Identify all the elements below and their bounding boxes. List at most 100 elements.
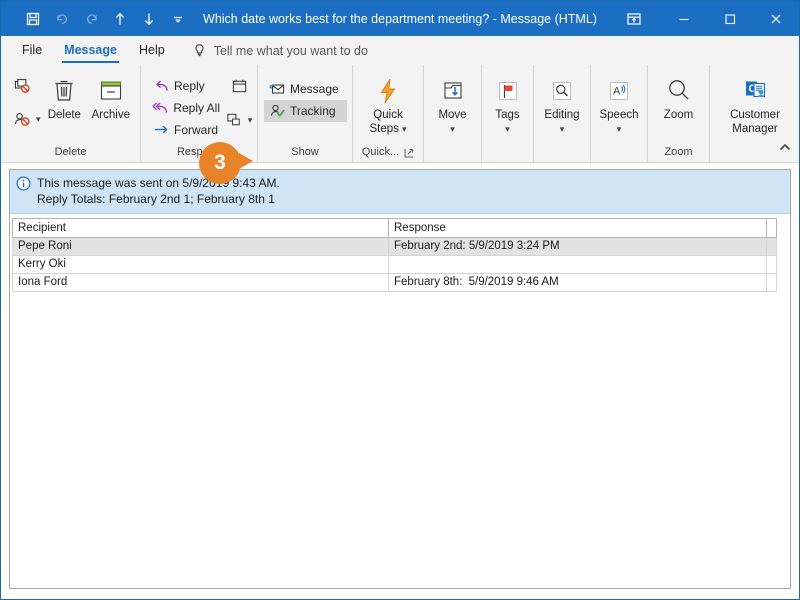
dialog-launcher-icon[interactable] — [404, 148, 414, 158]
tags-button[interactable]: Tags ▾ — [487, 70, 528, 136]
reply-icon — [152, 78, 169, 94]
forward-button-label: Forward — [174, 123, 219, 137]
tell-me-label: Tell me what you want to do — [213, 43, 368, 58]
move-caret-icon[interactable]: ▾ — [450, 123, 455, 136]
speech-caret-icon[interactable]: ▾ — [617, 123, 622, 136]
junk-button[interactable]: ▾ — [10, 108, 42, 130]
quick-steps-label-line1: Quick — [373, 109, 403, 121]
trash-icon — [49, 74, 79, 108]
editing-button[interactable]: Editing ▾ — [539, 70, 585, 136]
outlook-message-window: Which date works best for the department… — [0, 0, 800, 600]
zoom-button[interactable]: Zoom — [653, 70, 704, 122]
move-icon — [438, 74, 468, 108]
ribbon-display-options-icon[interactable] — [607, 1, 661, 36]
tags-icon — [493, 74, 523, 108]
cell-response-label: February 8th: — [394, 276, 463, 288]
tab-message[interactable]: Message — [53, 36, 128, 65]
archive-button-label: Archive — [91, 109, 130, 121]
message-info-text: This message was sent on 5/9/2019 9:43 A… — [37, 175, 280, 207]
message-icon — [268, 81, 285, 97]
arrow-up-icon[interactable] — [106, 5, 134, 33]
editing-caret-icon[interactable]: ▾ — [560, 123, 565, 136]
table-row[interactable]: Kerry Oki — [12, 255, 777, 274]
cell-recipient: Pepe Roni — [12, 237, 389, 256]
archive-button[interactable]: Archive — [87, 70, 135, 122]
lightbulb-icon — [192, 43, 207, 58]
tell-me-search[interactable]: Tell me what you want to do — [192, 43, 368, 58]
message-info-bar[interactable]: This message was sent on 5/9/2019 9:43 A… — [10, 170, 790, 214]
tab-active-underline — [62, 60, 119, 63]
cell-response-time: 5/9/2019 9:46 AM — [468, 276, 559, 288]
tab-help[interactable]: Help — [128, 36, 176, 65]
redo-icon[interactable] — [77, 5, 105, 33]
quick-steps-button[interactable]: Quick Steps ▾ — [358, 70, 418, 136]
reply-all-button[interactable]: Reply All — [148, 97, 224, 119]
speech-button[interactable]: A Speech ▾ — [596, 70, 642, 136]
collapse-ribbon-button[interactable] — [777, 140, 793, 159]
ribbon-group-quick-steps-label-text: Quick... — [361, 146, 400, 158]
table-row[interactable]: Iona Ford February 8th: 5/9/2019 9:46 AM — [12, 273, 777, 292]
ribbon-group-zoom-label: Zoom — [664, 146, 693, 158]
ribbon-group-move-label — [424, 143, 481, 162]
close-icon[interactable] — [753, 1, 799, 36]
info-bar-line1: This message was sent on 5/9/2019 9:43 A… — [37, 176, 280, 190]
ribbon-group-zoom: Zoom Zoom — [647, 65, 709, 162]
zoom-icon — [663, 74, 695, 108]
ribbon-group-show-label: Show — [291, 146, 319, 158]
ribbon-group-respond: Reply Reply All Forward ▾ Respond — [140, 65, 257, 162]
tags-caret-icon[interactable]: ▾ — [505, 123, 510, 136]
column-header-recipient[interactable]: Recipient — [12, 218, 389, 238]
minimize-icon[interactable] — [661, 1, 707, 36]
archive-icon — [96, 74, 126, 108]
ribbon-group-quick-steps: Quick Steps ▾ Quick... — [352, 65, 423, 162]
meeting-button[interactable] — [227, 75, 252, 97]
customer-manager-label-line1: Customer — [730, 109, 780, 121]
quick-steps-caret-icon[interactable]: ▾ — [402, 123, 407, 136]
show-message-button[interactable]: Message — [264, 78, 347, 100]
ignore-icon — [14, 78, 31, 95]
svg-text:A: A — [613, 86, 621, 98]
info-bar-line2: Reply Totals: February 2nd 1; February 8… — [37, 192, 275, 206]
ignore-button[interactable] — [10, 75, 42, 97]
forward-icon — [152, 122, 169, 138]
speech-icon: A — [604, 74, 634, 108]
junk-caret-icon[interactable]: ▾ — [36, 114, 41, 125]
info-icon — [16, 176, 31, 196]
tab-file[interactable]: File — [11, 36, 53, 65]
reply-button[interactable]: Reply — [148, 75, 224, 97]
delete-button[interactable]: Delete — [42, 70, 87, 122]
quick-steps-label-line2-wrap: Steps ▾ — [370, 123, 407, 136]
chevron-down-icon[interactable] — [164, 5, 192, 33]
meeting-icon — [231, 77, 248, 95]
customer-manager-icon: C — [740, 74, 770, 108]
move-button[interactable]: Move ▾ — [429, 70, 476, 136]
undo-icon[interactable] — [48, 5, 76, 33]
show-message-label: Message — [290, 82, 339, 96]
tags-button-label: Tags — [495, 109, 520, 121]
ribbon-group-tags: Tags ▾ — [481, 65, 533, 162]
table-header-row: Recipient Response — [12, 218, 777, 238]
ribbon-group-move: Move ▾ — [423, 65, 481, 162]
arrow-down-icon[interactable] — [135, 5, 163, 33]
more-respond-icon — [226, 111, 243, 129]
reply-all-button-label: Reply All — [173, 101, 220, 115]
tab-message-label: Message — [64, 43, 117, 57]
forward-button[interactable]: Forward — [148, 119, 224, 141]
column-header-response[interactable]: Response — [388, 218, 767, 238]
ribbon-group-delete-label: Delete — [54, 146, 87, 158]
ribbon-group-delete: ▾ Delete Archive Delete — [1, 65, 140, 162]
cell-recipient: Kerry Oki — [12, 255, 389, 274]
editing-icon — [547, 74, 577, 108]
reply-all-icon — [152, 100, 168, 116]
reply-button-label: Reply — [174, 79, 205, 93]
quick-access-toolbar — [1, 5, 192, 33]
more-respond-button[interactable]: ▾ — [222, 109, 257, 131]
show-tracking-label: Tracking — [290, 104, 336, 118]
quick-steps-label-line2: Steps — [369, 123, 399, 135]
more-respond-caret-icon[interactable]: ▾ — [248, 115, 253, 126]
table-row[interactable]: Pepe Roni February 2nd: 5/9/2019 3:24 PM — [12, 237, 777, 256]
maximize-icon[interactable] — [707, 1, 753, 36]
customer-manager-button[interactable]: C Customer Manager — [715, 70, 795, 136]
save-icon[interactable] — [19, 5, 47, 33]
show-tracking-button[interactable]: Tracking — [264, 100, 347, 122]
